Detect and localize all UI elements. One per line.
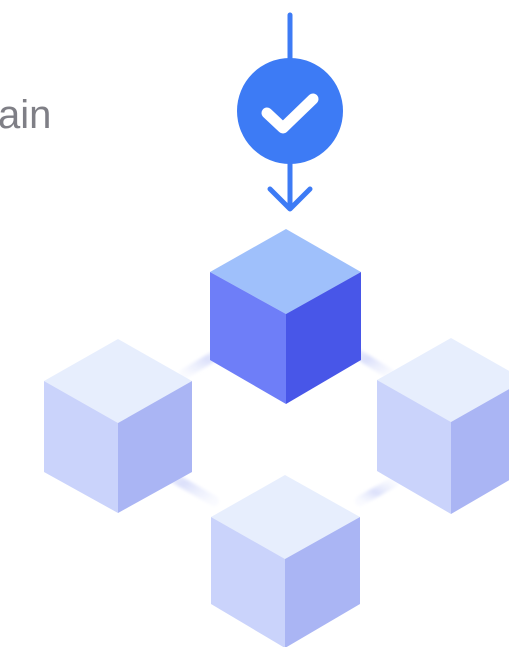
connector-bottom-right — [355, 477, 399, 506]
cube-active — [210, 229, 361, 404]
cube-left — [44, 339, 192, 513]
checkmark-circle-icon — [237, 58, 343, 164]
diagram-canvas: ain — [0, 0, 509, 647]
cube-right — [377, 338, 509, 514]
blockchain-illustration — [44, 12, 509, 647]
cube-bottom — [211, 475, 360, 647]
arrow-down-icon — [267, 161, 313, 212]
